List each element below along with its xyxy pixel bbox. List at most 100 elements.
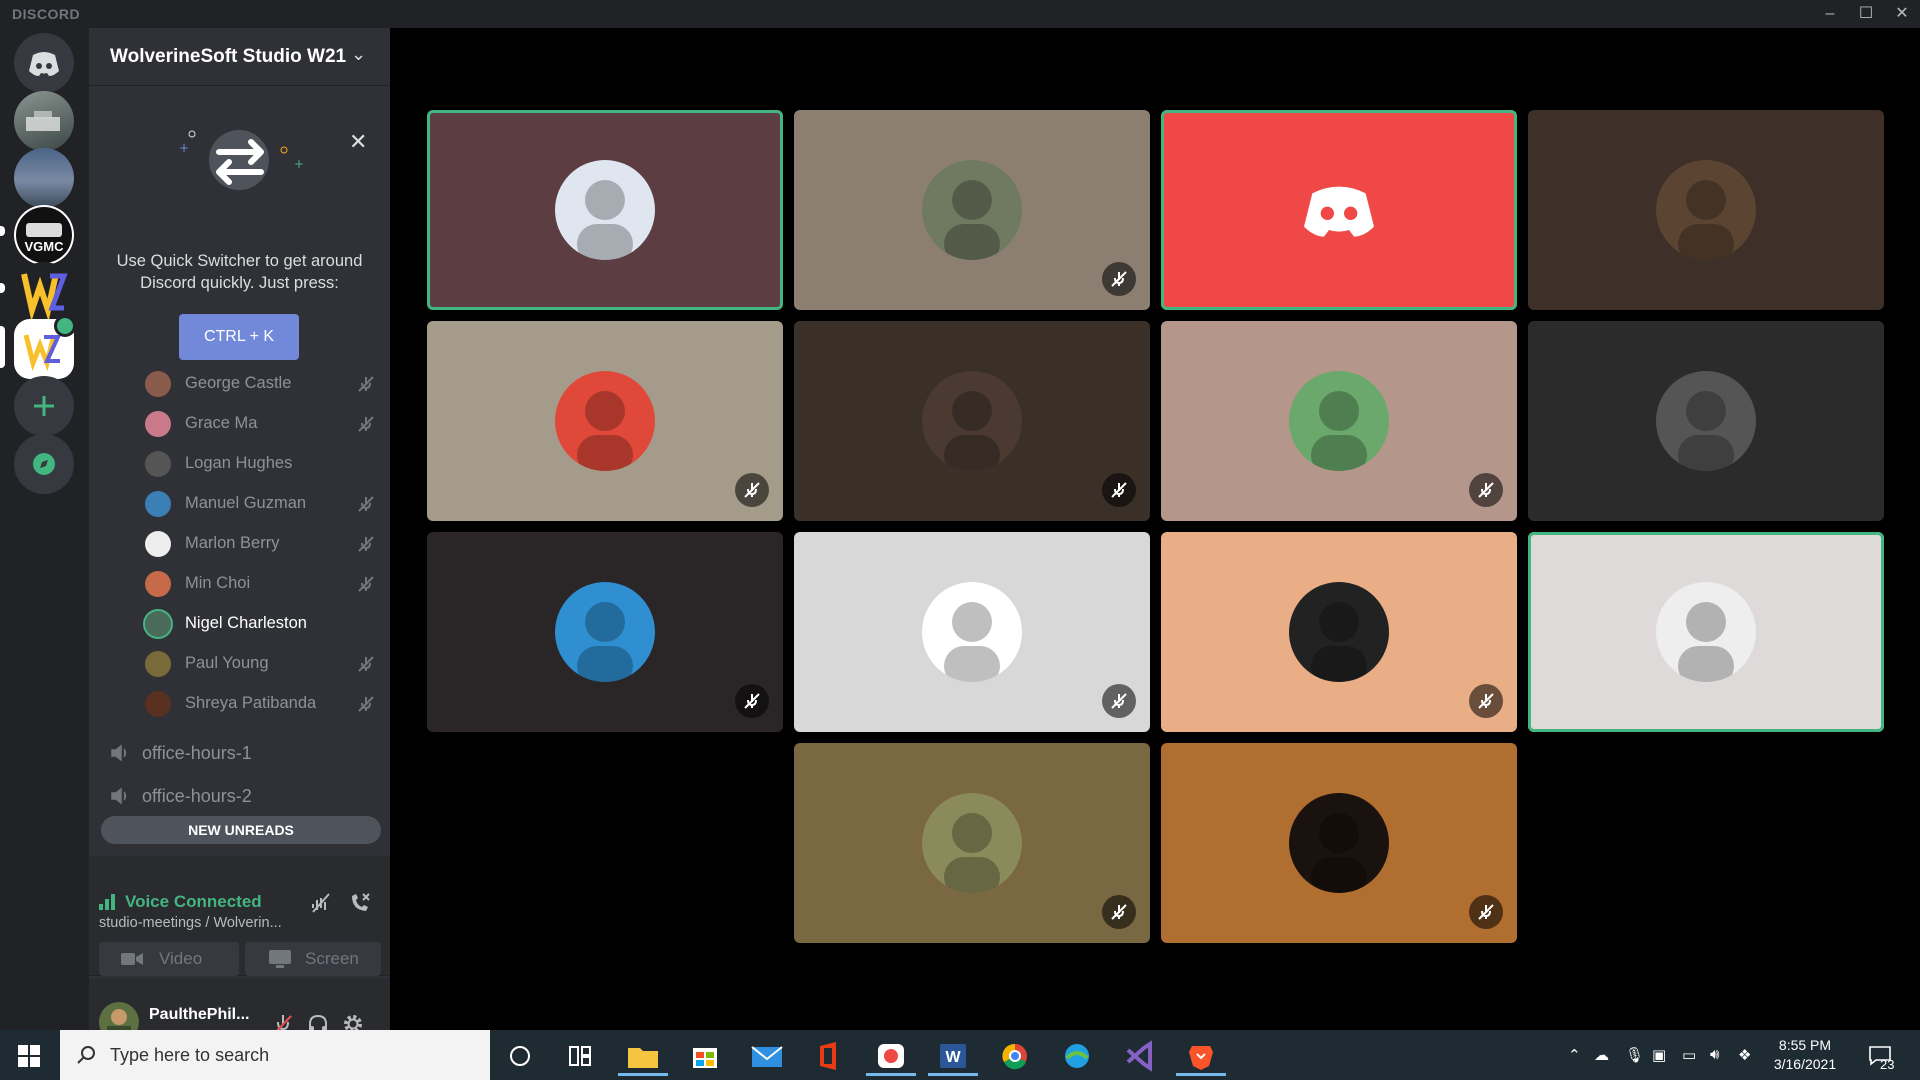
participant-avatar [922,582,1022,682]
member-name: Min Choi [185,574,251,592]
quick-switcher-tip: ✕ + + Use Quick Switcher to get around D… [89,96,390,360]
video-tile[interactable] [794,321,1150,521]
voice-member[interactable]: Grace Ma [145,406,385,442]
cortana-icon[interactable] [495,1036,545,1076]
video-tile[interactable] [427,321,783,521]
voice-member[interactable]: Nigel Charleston [145,606,385,642]
participant-avatar [1656,160,1756,260]
microphone-icon[interactable]: 🎙︎ [1625,1046,1644,1064]
participant-avatar [555,160,655,260]
mail-icon[interactable] [742,1036,792,1076]
explore-servers-icon[interactable] [14,434,74,494]
voice-channel-office-hours-1[interactable]: office-hours-1 [109,736,379,770]
chevron-up-icon[interactable]: ⌃ [1568,1046,1581,1064]
video-tile[interactable] [1161,321,1517,521]
channel-name: office-hours-2 [142,786,252,806]
new-unreads-button[interactable]: NEW UNREADS [101,816,381,844]
video-tile[interactable] [1161,743,1517,943]
avatar [145,411,171,437]
avatar [145,451,171,477]
participant-avatar [1289,793,1389,893]
server-header[interactable]: WolverineSoft Studio W21 ⌄ [89,28,390,86]
store-icon[interactable] [680,1036,730,1076]
chevron-down-icon[interactable]: ⌄ [351,44,366,65]
server-icon-photo-1[interactable] [14,91,74,151]
video-button[interactable]: Video [99,942,239,976]
disconnect-call-icon[interactable] [347,890,373,916]
system-clock[interactable]: 8:55 PM 3/16/2021 [1760,1036,1850,1074]
word-icon[interactable]: W [928,1036,978,1076]
brave-icon[interactable] [1176,1036,1226,1076]
vgmc-label: VGMC [25,239,65,254]
member-name: Marlon Berry [185,534,280,552]
quick-switcher-shortcut[interactable]: CTRL + K [179,314,299,360]
participant-avatar [922,793,1022,893]
voice-member[interactable]: Marlon Berry [145,526,385,562]
server-icon-photo-2[interactable] [14,148,74,208]
voice-member[interactable]: George Castle [145,366,385,402]
video-tile[interactable] [427,532,783,732]
video-tile[interactable] [794,532,1150,732]
selected-server-indicator [0,326,5,368]
avatar [145,371,171,397]
participant-avatar [1656,371,1756,471]
server-icon-ws-studio[interactable] [14,315,76,379]
server-rail: VGMC [0,28,89,1030]
minimize-button[interactable]: – [1812,0,1848,28]
maximize-button[interactable]: ☐ [1848,0,1884,28]
task-view-icon[interactable] [555,1036,605,1076]
windows-taskbar: Type here to search W ⌃ ☁ 🎙︎ ▣ ▭ 🔊︎ ❖ 8:… [0,1030,1920,1080]
file-explorer-icon[interactable] [618,1036,668,1076]
voice-member[interactable]: Min Choi [145,566,385,602]
video-tile[interactable] [427,110,783,310]
video-tile[interactable] [1161,110,1517,310]
video-tile[interactable] [794,110,1150,310]
add-server-icon[interactable] [14,376,74,436]
voice-channel-path[interactable]: studio-meetings / Wolverin... [99,915,282,931]
member-name: George Castle [185,374,292,392]
muted-mic-icon [1102,895,1136,929]
member-name: Logan Hughes [185,454,293,472]
avatar [145,611,171,637]
svg-text:W: W [945,1049,961,1066]
voice-member[interactable]: Paul Young [145,646,385,682]
voice-member[interactable]: Manuel Guzman [145,486,385,522]
notification-count: 23 [1880,1057,1895,1072]
server-icon-vgmc[interactable]: VGMC [14,205,74,265]
avatar [145,651,171,677]
video-tile[interactable] [1528,321,1884,521]
video-tile[interactable] [1161,532,1517,732]
edge-icon[interactable] [1052,1036,1102,1076]
battery-icon[interactable]: ▭ [1682,1046,1696,1064]
chrome-icon[interactable] [990,1036,1040,1076]
video-tile[interactable] [1528,532,1884,732]
discord-taskbar-icon[interactable] [866,1036,916,1076]
discord-home-icon[interactable] [14,33,74,93]
video-tile[interactable] [794,743,1150,943]
member-name: Nigel Charleston [185,614,307,632]
volume-icon[interactable]: 🔊︎ [1710,1046,1719,1063]
avatar [145,691,171,717]
taskbar-search[interactable]: Type here to search [60,1030,490,1080]
participant-avatar [922,371,1022,471]
dropbox-icon[interactable]: ❖ [1738,1046,1751,1064]
video-tile[interactable] [1528,110,1884,310]
display-icon[interactable]: ▣ [1652,1046,1666,1064]
title-bar: DISCORD – ☐ ✕ [0,0,1920,28]
member-name: Shreya Patibanda [185,694,317,712]
noise-suppression-icon[interactable] [308,890,334,916]
username[interactable]: PaulthePhil... [149,1006,249,1024]
voice-channel-office-hours-2[interactable]: office-hours-2 [109,779,379,813]
onedrive-icon[interactable]: ☁ [1594,1046,1609,1064]
close-window-button[interactable]: ✕ [1884,0,1920,28]
avatar [145,531,171,557]
server-icon-ws-logo[interactable] [14,262,74,322]
voice-member[interactable]: Logan Hughes [145,446,385,482]
close-icon[interactable]: ✕ [349,131,367,153]
windows-start-icon[interactable] [18,1045,40,1067]
screen-share-button[interactable]: Screen [245,942,381,976]
office-icon[interactable] [804,1036,854,1076]
visual-studio-icon[interactable] [1114,1036,1164,1076]
voice-connected-status[interactable]: Voice Connected [125,892,262,912]
voice-member[interactable]: Shreya Patibanda [145,686,385,722]
